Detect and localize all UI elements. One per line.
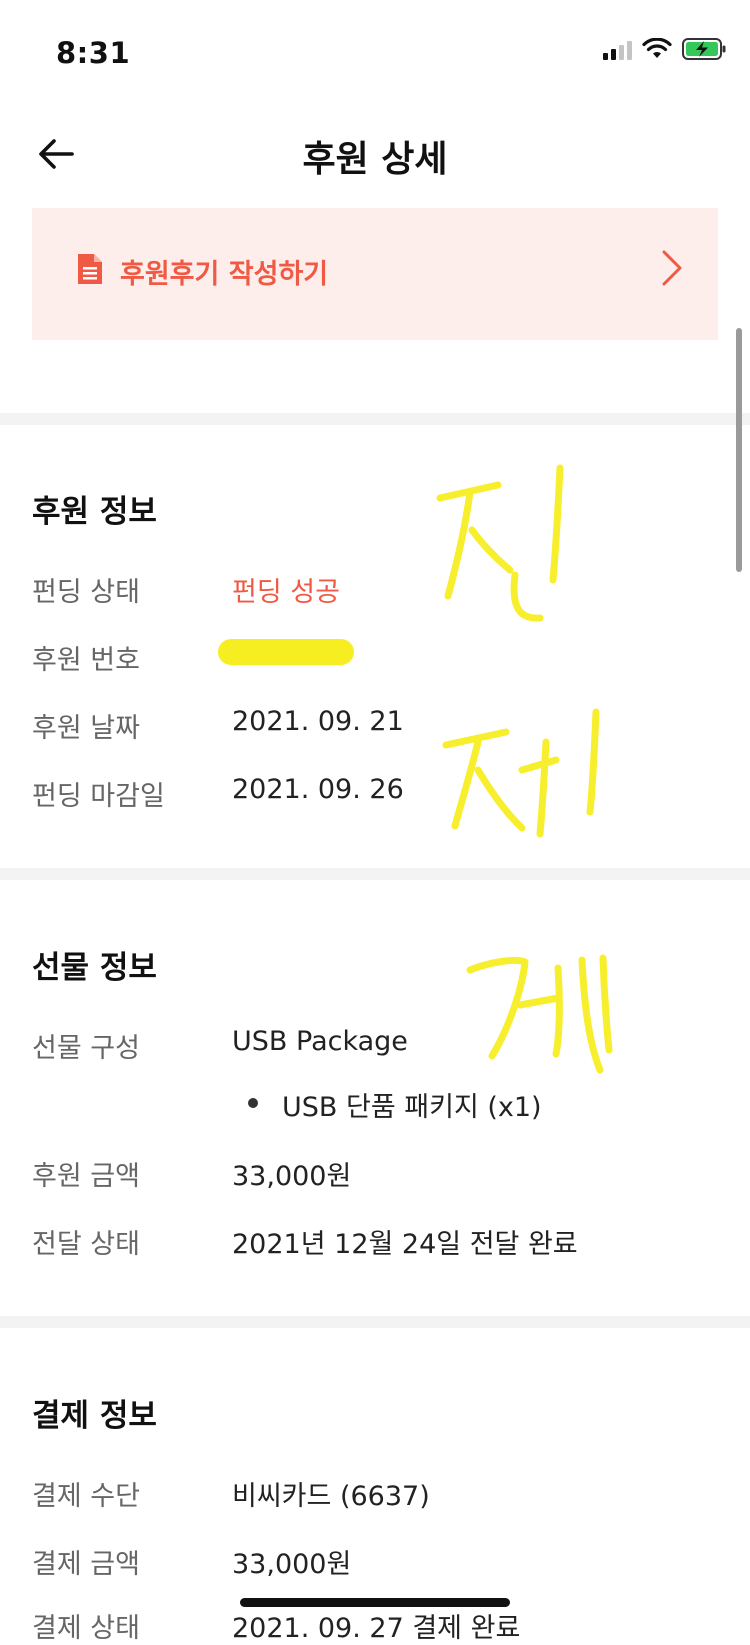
- funding-deadline-value: 2021. 09. 26: [232, 774, 404, 805]
- delivery-status-label: 전달 상태: [32, 1229, 140, 1260]
- status-bar: 8:31: [0, 0, 750, 100]
- payment-amount-value: 33,000원: [232, 1549, 352, 1580]
- section-divider: [0, 868, 750, 880]
- document-icon: [78, 254, 102, 284]
- write-review-label: 후원후기 작성하기: [120, 259, 329, 290]
- bullet-dot: [248, 1098, 258, 1108]
- funding-status-value: 펀딩 성공: [232, 577, 340, 608]
- gift-composition-value: USB Package: [232, 1026, 408, 1057]
- status-icons: [603, 38, 726, 60]
- home-indicator: [240, 1598, 510, 1607]
- scroll-indicator[interactable]: [736, 328, 742, 572]
- write-review-banner[interactable]: 후원후기 작성하기: [32, 208, 718, 340]
- status-time: 8:31: [56, 36, 131, 70]
- gift-item: USB 단품 패키지 (x1): [282, 1092, 542, 1123]
- sponsor-amount-value: 33,000원: [232, 1161, 352, 1192]
- gift-info-title: 선물 정보: [32, 950, 157, 986]
- sponsor-info-title: 후원 정보: [32, 494, 157, 530]
- funding-deadline-label: 펀딩 마감일: [32, 781, 165, 812]
- payment-method-value: 비씨카드 (6637): [232, 1481, 430, 1512]
- section-divider: [0, 1316, 750, 1328]
- gift-composition-label: 선물 구성: [32, 1033, 140, 1064]
- payment-method-label: 결제 수단: [32, 1481, 140, 1512]
- sponsor-date-label: 후원 날짜: [32, 713, 140, 744]
- section-divider: [0, 413, 750, 425]
- payment-status-value: 2021. 09. 27 결제 완료: [232, 1613, 521, 1644]
- chevron-right-icon: [662, 250, 682, 286]
- sponsor-number-label: 후원 번호: [32, 645, 140, 676]
- funding-status-label: 펀딩 상태: [32, 577, 140, 608]
- sponsor-date-value: 2021. 09. 21: [232, 706, 404, 737]
- sponsor-amount-label: 후원 금액: [32, 1161, 140, 1192]
- wifi-icon: [642, 38, 672, 58]
- payment-info-title: 결제 정보: [32, 1398, 157, 1434]
- payment-status-label: 결제 상태: [32, 1613, 140, 1644]
- highlighter-redaction: [218, 639, 354, 665]
- delivery-status-value: 2021년 12월 24일 전달 완료: [232, 1229, 578, 1260]
- navigation-bar: 후원 상세: [0, 110, 750, 200]
- page-title: 후원 상세: [302, 139, 448, 180]
- battery-charging-icon: [682, 38, 726, 60]
- cellular-signal-icon: [603, 38, 632, 60]
- payment-amount-label: 결제 금액: [32, 1549, 140, 1580]
